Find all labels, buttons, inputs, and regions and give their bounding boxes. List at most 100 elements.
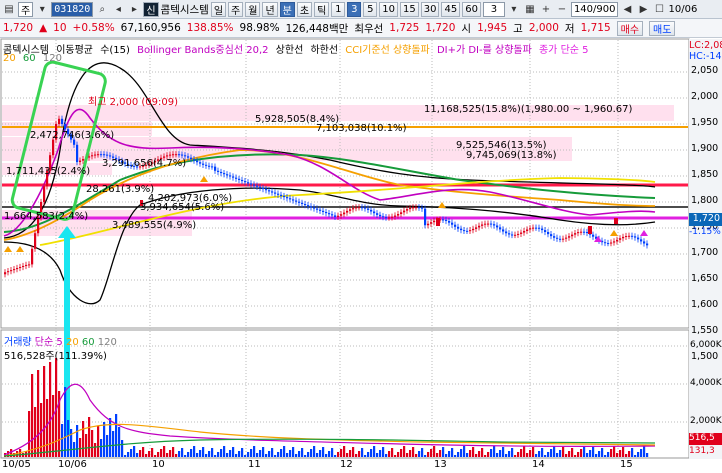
chart-annotation: 3,934,654(5.6%) [140, 202, 225, 213]
candle-body [199, 162, 202, 164]
volume-bar [235, 454, 238, 457]
volume-bar [118, 427, 121, 457]
volume-bar [37, 370, 40, 457]
checkbox-icon[interactable]: ☐ [652, 2, 666, 16]
candle-body [193, 159, 196, 161]
period-week[interactable]: 주 [228, 1, 244, 17]
date-value[interactable]: 10/06 [668, 4, 697, 15]
candle-body [382, 216, 385, 218]
volume-bar [97, 426, 100, 457]
candle-body [628, 235, 631, 237]
prev-icon[interactable]: ◂ [111, 2, 125, 16]
candle-body [319, 209, 322, 211]
candle-body [370, 209, 373, 212]
menu-icon[interactable]: ▤ [2, 2, 16, 16]
candle-body [247, 182, 250, 184]
volume-bar [646, 453, 649, 457]
period-year[interactable]: 년 [262, 1, 278, 17]
candle-body [451, 222, 454, 225]
candle-body [76, 144, 79, 163]
candle-body [262, 187, 265, 190]
date-axis-label: 10/05 [2, 459, 31, 470]
candle-body [43, 186, 46, 202]
candle-body [607, 243, 610, 245]
candle-body [28, 264, 31, 266]
best-ask: 1,725 [389, 22, 420, 34]
chevron-down-icon[interactable]: ▾ [507, 2, 521, 16]
market-select[interactable]: 주 [18, 1, 34, 17]
zoom-out-icon[interactable]: − [555, 2, 569, 16]
volume-bar [382, 447, 385, 457]
candle-body [496, 225, 499, 228]
period-tick[interactable]: 틱 [314, 1, 330, 17]
candle-body [469, 230, 472, 232]
minute-45[interactable]: 45 [441, 1, 461, 17]
volume-bar [145, 454, 148, 457]
volume-bar [229, 450, 232, 457]
price-axis-label: 1,650 [691, 273, 719, 284]
sell-button[interactable]: 매도 [649, 20, 676, 36]
candle-body [610, 242, 613, 244]
volume-bar [319, 450, 322, 457]
count-input[interactable]: 140/900 [570, 1, 619, 17]
volume-tag-2: 131,3 [689, 446, 715, 456]
period-month[interactable]: 월 [245, 1, 261, 17]
candle-body [646, 243, 649, 246]
volume-bar [496, 453, 499, 457]
zoom-in-icon[interactable]: + [539, 2, 553, 16]
volume-bar [46, 399, 49, 457]
volume-bar [619, 450, 622, 457]
volume-bar [100, 439, 103, 457]
candle-body [190, 157, 193, 160]
candle-body [640, 239, 643, 242]
legend-bb: Bollinger Bands중심선 20,2 [137, 45, 269, 56]
volume-bar [307, 452, 310, 457]
candle-body [97, 154, 100, 156]
volume-bar [199, 450, 202, 457]
volume-bar [82, 421, 85, 457]
candle-body [283, 195, 286, 198]
strength-value: 98.98% [239, 22, 280, 34]
candle-body [538, 227, 541, 229]
buy-button[interactable]: 매수 [616, 20, 644, 36]
stock-code-input[interactable]: 031820 [51, 1, 94, 17]
volume-bar [631, 448, 634, 457]
minute-30[interactable]: 30 [420, 1, 440, 17]
volume-bar [52, 395, 55, 457]
volume-bar [634, 455, 637, 457]
candle-body [565, 237, 568, 239]
search-icon[interactable]: ⌕ [95, 2, 109, 16]
minute-1[interactable]: 1 [331, 1, 346, 17]
volume-bar [433, 446, 436, 457]
scroll-right-icon[interactable]: ▶ [636, 2, 650, 16]
candle-body [253, 184, 256, 186]
volume-bar [406, 453, 409, 457]
volume-bar [526, 453, 529, 457]
period-minute[interactable]: 분 [279, 1, 295, 17]
minute-5[interactable]: 5 [363, 1, 378, 17]
volume-bar [427, 452, 430, 457]
candle-body [277, 193, 280, 195]
minute-10[interactable]: 10 [379, 1, 398, 17]
minute-15[interactable]: 15 [400, 1, 419, 17]
volume-bar [415, 454, 418, 457]
period-second[interactable]: 초 [296, 1, 313, 17]
volume-bar [388, 451, 391, 457]
quote-bar: 1,720 ▲ 10 +0.58% 67,160,956 138.85% 98.… [0, 19, 722, 38]
chevron-down-icon[interactable]: ▾ [35, 2, 49, 16]
candle-body [400, 212, 403, 215]
chart-type-icon[interactable]: ▦ [523, 2, 537, 16]
volume-bar [565, 454, 568, 457]
volume-bar [454, 455, 457, 457]
volume-bar [76, 425, 79, 457]
minute-60[interactable]: 60 [462, 1, 481, 17]
volume-bar [598, 451, 601, 457]
scroll-left-icon[interactable]: ◀ [620, 2, 634, 16]
volume-bar [559, 450, 562, 457]
volume-bar [115, 414, 118, 457]
interval-input[interactable]: 3 [482, 1, 505, 17]
volume-bar [292, 447, 295, 457]
minute-3[interactable]: 3 [347, 1, 362, 17]
next-icon[interactable]: ▸ [127, 2, 141, 16]
period-day[interactable]: 일 [210, 1, 227, 17]
